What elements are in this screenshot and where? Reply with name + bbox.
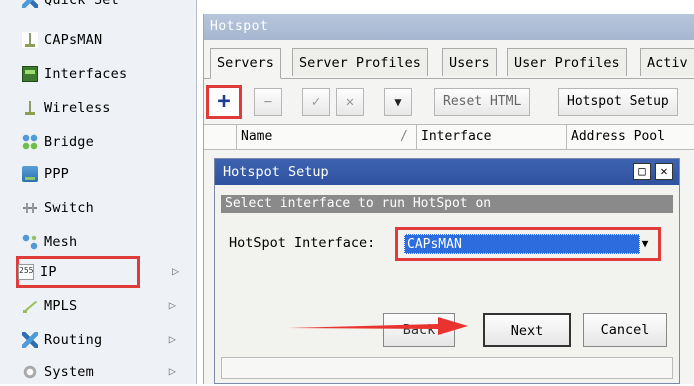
annotation-arrow-icon	[288, 317, 468, 335]
sidebar-item-switch[interactable]: Switch	[22, 194, 192, 222]
dialog-title-bar: Hotspot Setup □ ✕	[215, 159, 679, 185]
ip-icon: 255	[18, 264, 34, 280]
disable-button[interactable]: ✕	[336, 88, 364, 116]
toolbar: + − ✓ ✕ ▼ Reset HTML Hotspot Setup	[204, 85, 694, 120]
ppp-icon	[22, 166, 38, 182]
sidebar-item-label: CAPsMAN	[44, 32, 103, 48]
interface-field-label: HotSpot Interface:	[229, 235, 376, 251]
wireless-icon	[22, 100, 38, 116]
sidebar-item-label: System	[44, 364, 94, 380]
submenu-arrow-icon: ▷	[168, 298, 176, 312]
window-title: Hotspot	[204, 14, 694, 40]
quick-set-icon	[22, 0, 38, 8]
maximize-icon[interactable]: □	[633, 163, 651, 180]
hotspot-setup-button[interactable]: Hotspot Setup	[558, 88, 678, 116]
sidebar-menu: Quick Set CAPsMAN Interfaces Wireless Br…	[0, 0, 197, 384]
sidebar-item-bridge[interactable]: Bridge	[22, 128, 192, 156]
sidebar-item-quick-set[interactable]: Quick Set	[22, 0, 192, 14]
list-header: Name / Interface Address Pool	[204, 124, 694, 150]
bridge-icon	[22, 134, 38, 150]
submenu-arrow-icon: ▷	[172, 264, 180, 278]
interface-select[interactable]: CAPsMAN	[404, 234, 640, 254]
mpls-icon	[22, 298, 38, 314]
add-button[interactable]: +	[206, 85, 242, 119]
tab-bar: Servers Server Profiles Users User Profi…	[204, 48, 694, 79]
sidebar-item-label: Mesh	[44, 234, 78, 250]
submenu-arrow-icon: ▷	[168, 364, 176, 378]
sidebar-item-label: Quick Set	[44, 0, 119, 8]
dialog-status-bar	[221, 357, 673, 379]
filter-button[interactable]: ▼	[384, 88, 412, 116]
sidebar-item-ip[interactable]: 255 IP	[16, 256, 140, 288]
dropdown-arrow-icon[interactable]: ▼	[638, 236, 652, 252]
reset-html-button[interactable]: Reset HTML	[434, 88, 531, 116]
switch-icon	[22, 200, 38, 216]
interfaces-icon	[22, 66, 38, 82]
sidebar-item-label: IP	[40, 264, 57, 280]
sidebar-item-mesh[interactable]: Mesh	[22, 228, 192, 256]
hotspot-setup-dialog: Hotspot Setup □ ✕ Select interface to ru…	[214, 158, 680, 384]
sidebar-item-label: PPP	[44, 166, 69, 182]
sidebar-item-interfaces[interactable]: Interfaces	[22, 60, 192, 88]
sidebar-item-label: Routing	[44, 332, 103, 348]
sidebar-item-label: Bridge	[44, 134, 94, 150]
tab-servers[interactable]: Servers	[210, 48, 281, 79]
remove-button[interactable]: −	[254, 88, 282, 116]
sidebar-item-label: Wireless	[44, 100, 111, 116]
mesh-icon	[22, 234, 38, 250]
column-name[interactable]: Name	[236, 125, 416, 149]
sidebar-item-capsman[interactable]: CAPsMAN	[22, 26, 192, 54]
column-interface[interactable]: Interface	[416, 125, 566, 149]
sidebar-item-system[interactable]: System ▷	[22, 358, 192, 386]
tab-user-profiles[interactable]: User Profiles	[507, 48, 627, 76]
sidebar-item-ppp[interactable]: PPP	[22, 160, 192, 188]
enable-button[interactable]: ✓	[302, 88, 330, 116]
routing-icon	[22, 332, 38, 348]
capsman-icon	[22, 32, 38, 48]
sort-indicator: /	[400, 129, 408, 144]
next-button[interactable]: Next	[483, 313, 571, 347]
submenu-arrow-icon: ▷	[168, 332, 176, 346]
system-icon	[22, 364, 38, 380]
sidebar-item-label: MPLS	[44, 298, 78, 314]
column-address-pool[interactable]: Address Pool	[566, 125, 694, 149]
dialog-title: Hotspot Setup	[223, 164, 329, 180]
tab-active[interactable]: Activ	[640, 48, 694, 76]
tab-server-profiles[interactable]: Server Profiles	[292, 48, 428, 76]
sidebar-item-mpls[interactable]: MPLS ▷	[22, 292, 192, 320]
sidebar-item-wireless[interactable]: Wireless	[22, 94, 192, 122]
interface-field: CAPsMAN ▼	[395, 227, 661, 261]
cancel-button[interactable]: Cancel	[583, 313, 667, 347]
sidebar-item-label: Interfaces	[44, 66, 128, 82]
dialog-instruction: Select interface to run HotSpot on	[221, 195, 673, 213]
close-icon[interactable]: ✕	[655, 163, 673, 180]
sidebar-item-routing[interactable]: Routing ▷	[22, 326, 192, 354]
sidebar-item-label: Switch	[44, 200, 94, 216]
tab-users[interactable]: Users	[442, 48, 497, 76]
